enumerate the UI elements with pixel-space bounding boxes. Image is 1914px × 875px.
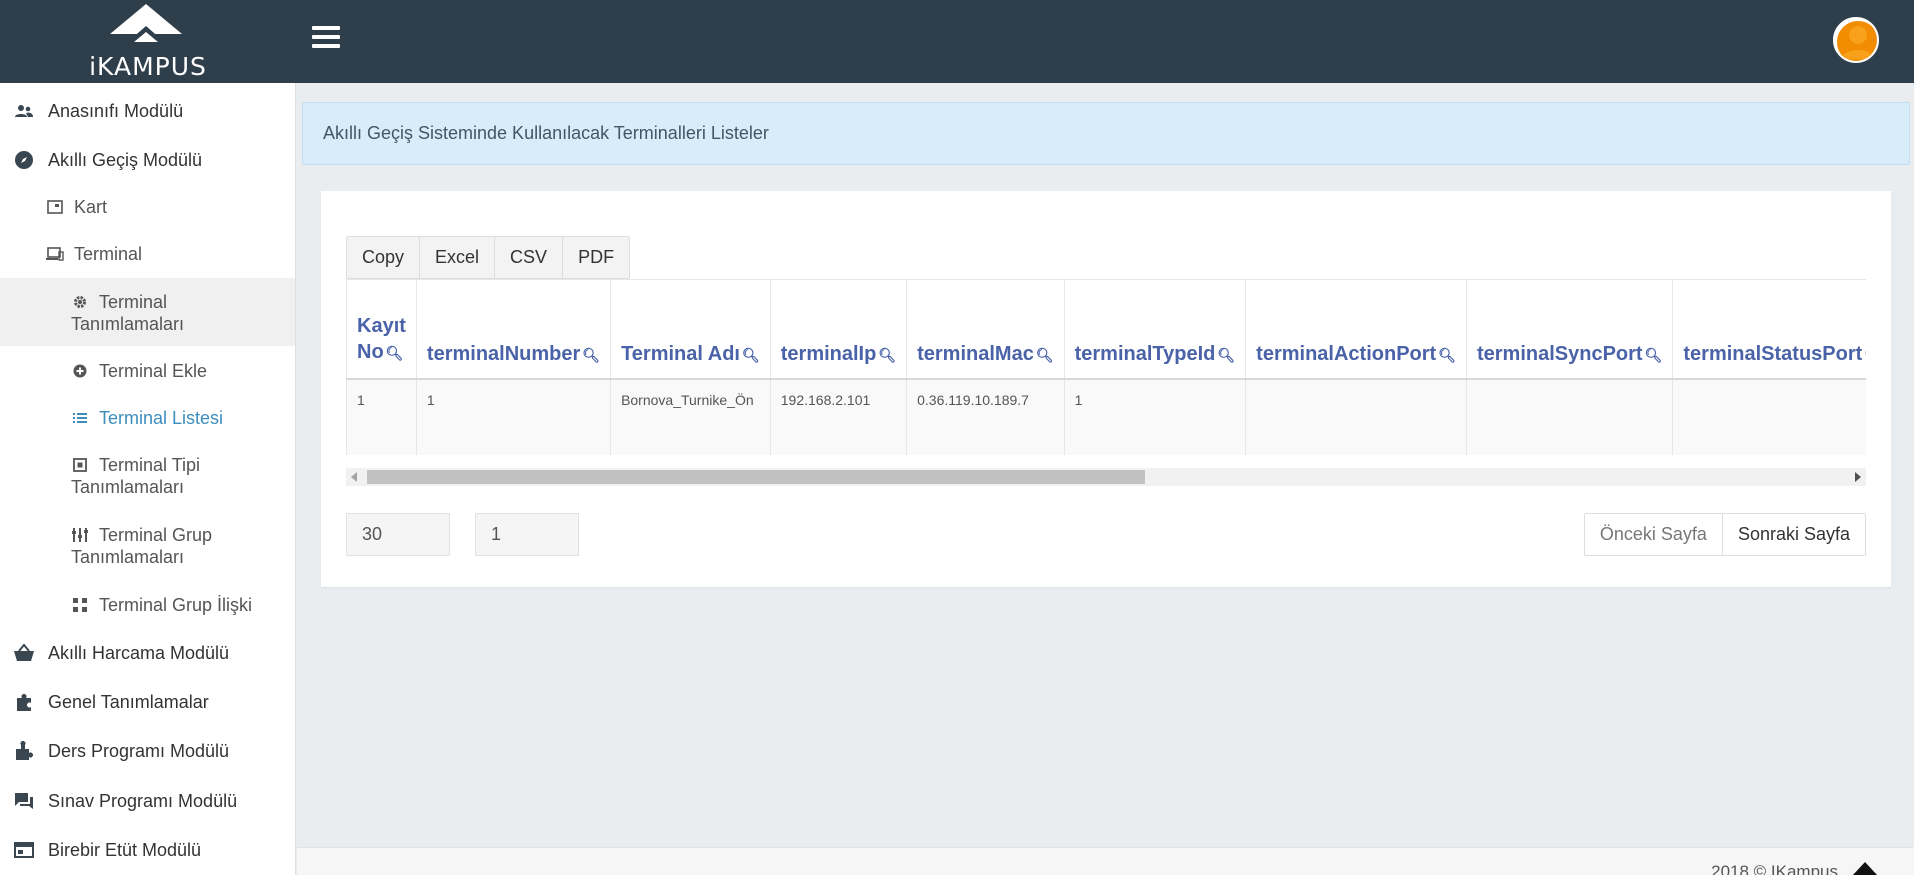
search-icon[interactable]: 🔍︎ (386, 345, 404, 361)
sidebar-item-label: Anasınıfı Modülü (48, 101, 184, 121)
sidebar-item-label: Terminal Ekle (99, 361, 208, 381)
sidebar-item-terminal-tipi[interactable]: Terminal Tipi Tanımlamaları (0, 454, 295, 498)
copy-button[interactable]: Copy (347, 237, 421, 278)
column-header-terminal-action-port[interactable]: terminalActionPort 🔍︎ (1245, 280, 1467, 380)
scroll-right-arrow-icon[interactable] (1855, 472, 1861, 482)
user-icon (1835, 19, 1877, 61)
sidebar-item-anasinifi[interactable]: Anasınıfı Modülü (0, 100, 295, 122)
sidebar-item-terminal-ekle[interactable]: Terminal Ekle (0, 360, 295, 382)
sidebar-item-akilli-harcama[interactable]: Akıllı Harcama Modülü (0, 642, 295, 664)
sidebar-item-label: Sınav Programı Modülü (48, 791, 238, 811)
search-icon[interactable]: 🔍︎ (1864, 347, 1866, 363)
users-icon (13, 100, 35, 122)
page-size-input[interactable]: 30 (346, 513, 450, 556)
window-icon (13, 839, 35, 861)
sidebar-item-akilli-gecis[interactable]: Akıllı Geçiş Modülü (0, 149, 295, 171)
pdf-button[interactable]: PDF (563, 237, 629, 278)
search-icon[interactable]: 🔍︎ (1645, 347, 1663, 363)
sidebar-item-label: Terminal Tipi Tanımlamaları (71, 455, 201, 497)
scroll-top-icon[interactable] (1852, 862, 1878, 875)
column-header-terminal-mac[interactable]: terminalMac 🔍︎ (906, 280, 1065, 380)
column-header-terminal-number[interactable]: terminalNumber 🔍︎ (415, 280, 611, 380)
sidebar-item-label: Birebir Etüt Modülü (48, 840, 202, 860)
puzzle-icon (13, 691, 35, 713)
sidebar-item-sinav-programi[interactable]: Sınav Programı Modülü (0, 790, 295, 812)
sidebar-item-terminal-listesi[interactable]: Terminal Listesi (0, 407, 295, 429)
sidebar-item-label: Terminal Grup İlişki (99, 595, 253, 615)
sidebar-item-label: Kart (74, 197, 108, 217)
content-panel: Copy Excel CSV PDF Kayıt No 🔍︎ terminalNu… (321, 191, 1891, 587)
sidebar-item-ders-programi[interactable]: Ders Programı Modülü (0, 740, 295, 762)
card-icon (44, 196, 66, 218)
search-icon[interactable]: 🔍︎ (742, 347, 760, 363)
search-icon[interactable]: 🔍︎ (1217, 347, 1235, 363)
column-header-terminal-sync-port[interactable]: terminalSyncPort 🔍︎ (1465, 280, 1673, 380)
column-header-terminal-type-id[interactable]: terminalTypeId 🔍︎ (1063, 280, 1246, 380)
column-header-terminal-adi[interactable]: Terminal Adı 🔍︎ (610, 280, 771, 380)
compass-icon (13, 149, 35, 171)
page-info-banner: Akıllı Geçiş Sisteminde Kullanılacak Ter… (302, 102, 1910, 165)
cell-terminal-action-port (1245, 379, 1467, 455)
cell-terminal-status-port (1672, 379, 1866, 455)
scrollbar-thumb[interactable] (367, 470, 1145, 484)
export-button-group: Copy Excel CSV PDF (346, 236, 631, 279)
sidebar-item-terminal[interactable]: Terminal (0, 243, 295, 265)
sidebar-item-label: Ders Programı Modülü (48, 741, 230, 761)
sidebar-item-label: Terminal (74, 244, 143, 264)
search-icon[interactable]: 🔍︎ (878, 347, 896, 363)
menu-toggle-icon[interactable] (312, 26, 340, 52)
sidebar-item-label: Akıllı Geçiş Modülü (48, 150, 203, 170)
cell-terminal-mac: 0.36.119.10.189.7 (906, 379, 1065, 455)
terminal-table: Kayıt No 🔍︎ terminalNumber 🔍︎ Terminal Adı… (346, 280, 1866, 455)
sidebar-item-terminal-grup-iliski[interactable]: Terminal Grup İlişki (0, 594, 295, 616)
sidebar-item-label: Terminal Listesi (99, 408, 224, 428)
sidebar-item-genel-tanimlamalar[interactable]: Genel Tanımlamalar (0, 691, 295, 713)
column-header-terminal-ip[interactable]: terminalIp 🔍︎ (769, 280, 907, 380)
user-avatar[interactable] (1833, 17, 1879, 63)
page-number-input[interactable]: 1 (475, 513, 579, 556)
search-icon[interactable]: 🔍︎ (582, 347, 600, 363)
devices-icon (44, 243, 66, 265)
sidebar-item-birebir-etut[interactable]: Birebir Etüt Modülü (0, 839, 295, 861)
cell-kayit-no: 1 (346, 379, 417, 455)
footer: 2018 © IKampus (297, 847, 1914, 875)
column-header-terminal-status-port[interactable]: terminalStatusPort🔍︎ (1672, 280, 1866, 380)
next-page-button[interactable]: Sonraki Sayfa (1722, 514, 1865, 555)
sidebar-item-label: Genel Tanımlamalar (48, 692, 209, 712)
sidebar-item-terminal-grup[interactable]: Terminal Grup Tanımlamaları (0, 524, 295, 568)
logo-mark-icon (110, 4, 182, 42)
sidebar-item-label: Akıllı Harcama Modülü (48, 643, 230, 663)
copyright-text: 2018 © IKampus (1711, 862, 1838, 875)
chat-icon (13, 790, 35, 812)
table-header-row: Kayıt No 🔍︎ terminalNumber 🔍︎ Terminal Adı… (346, 280, 1866, 380)
excel-button[interactable]: Excel (420, 237, 496, 278)
top-bar: iKAMPUS (0, 0, 1914, 83)
cell-terminal-adi: Bornova_Turnike_Ön (610, 379, 771, 455)
search-icon[interactable]: 🔍︎ (1036, 347, 1054, 363)
cell-terminal-number: 1 (415, 379, 611, 455)
sidebar-item-kart[interactable]: Kart (0, 196, 295, 218)
sidebar-item-terminal-tanimlamalari[interactable]: Terminal Tanımlamaları (0, 278, 295, 346)
sidebar: Anasınıfı Modülü Akıllı Geçiş Modülü Kar… (0, 83, 296, 875)
table-row[interactable]: 1 1 Bornova_Turnike_Ön 192.168.2.101 0.3… (346, 379, 1866, 455)
csv-button[interactable]: CSV (495, 237, 564, 278)
logo[interactable]: iKAMPUS (0, 0, 296, 83)
terminal-table-container: Kayıt No 🔍︎ terminalNumber 🔍︎ Terminal Adı… (346, 279, 1866, 455)
scroll-left-arrow-icon[interactable] (351, 472, 357, 482)
cell-terminal-sync-port (1465, 379, 1673, 455)
previous-page-button[interactable]: Önceki Sayfa (1584, 514, 1723, 555)
pagination: Önceki Sayfa Sonraki Sayfa (1583, 513, 1866, 556)
brand-name: iKAMPUS (89, 52, 207, 81)
puzzle-piece-icon (13, 740, 35, 762)
cell-terminal-type-id: 1 (1063, 379, 1246, 455)
cell-terminal-ip: 192.168.2.101 (769, 379, 907, 455)
basket-icon (13, 642, 35, 664)
sidebar-item-label: Terminal Tanımlamaları (71, 292, 185, 334)
column-header-kayit-no[interactable]: Kayıt No 🔍︎ (346, 280, 417, 380)
horizontal-scrollbar[interactable] (346, 468, 1866, 486)
search-icon[interactable]: 🔍︎ (1438, 347, 1456, 363)
sidebar-item-label: Terminal Grup Tanımlamaları (71, 525, 213, 567)
